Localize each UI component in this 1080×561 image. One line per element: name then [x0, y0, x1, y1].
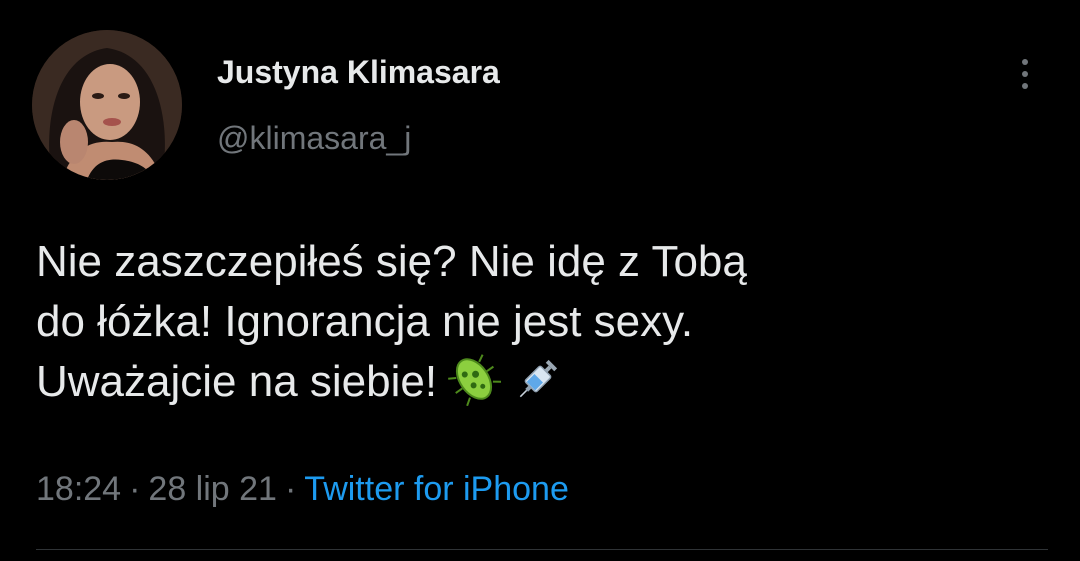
- tweet-text-line-last: Uważajcie na siebie!: [36, 352, 1046, 412]
- tweet-text: Nie zaszczepiłeś się? Nie idę z Tobą do …: [36, 232, 1046, 412]
- avatar[interactable]: [32, 30, 182, 180]
- display-name[interactable]: Justyna Klimasara: [217, 54, 500, 91]
- tweet-date[interactable]: 28 lip 21: [148, 470, 277, 508]
- tweet-text-line: Nie zaszczepiłeś się? Nie idę z Tobą: [36, 237, 747, 286]
- syringe-emoji-icon: [511, 352, 565, 406]
- tweet-source-link[interactable]: Twitter for iPhone: [304, 470, 569, 508]
- separator: ·: [129, 470, 141, 508]
- tweet-time[interactable]: 18:24: [36, 470, 121, 508]
- more-vertical-icon[interactable]: [1008, 52, 1042, 96]
- microbe-emoji-icon: [447, 352, 502, 406]
- tweet: Justyna Klimasara @klimasara_j Nie zaszc…: [0, 0, 1080, 561]
- tweet-text-line: do łóżka! Ignorancja nie jest sexy.: [36, 297, 694, 346]
- user-handle[interactable]: @klimasara_j: [217, 120, 411, 157]
- tweet-metadata: 18:24 · 28 lip 21 · Twitter for iPhone: [36, 470, 569, 509]
- separator: ·: [284, 470, 297, 508]
- divider: [36, 549, 1048, 550]
- profile-photo-icon: [32, 30, 182, 180]
